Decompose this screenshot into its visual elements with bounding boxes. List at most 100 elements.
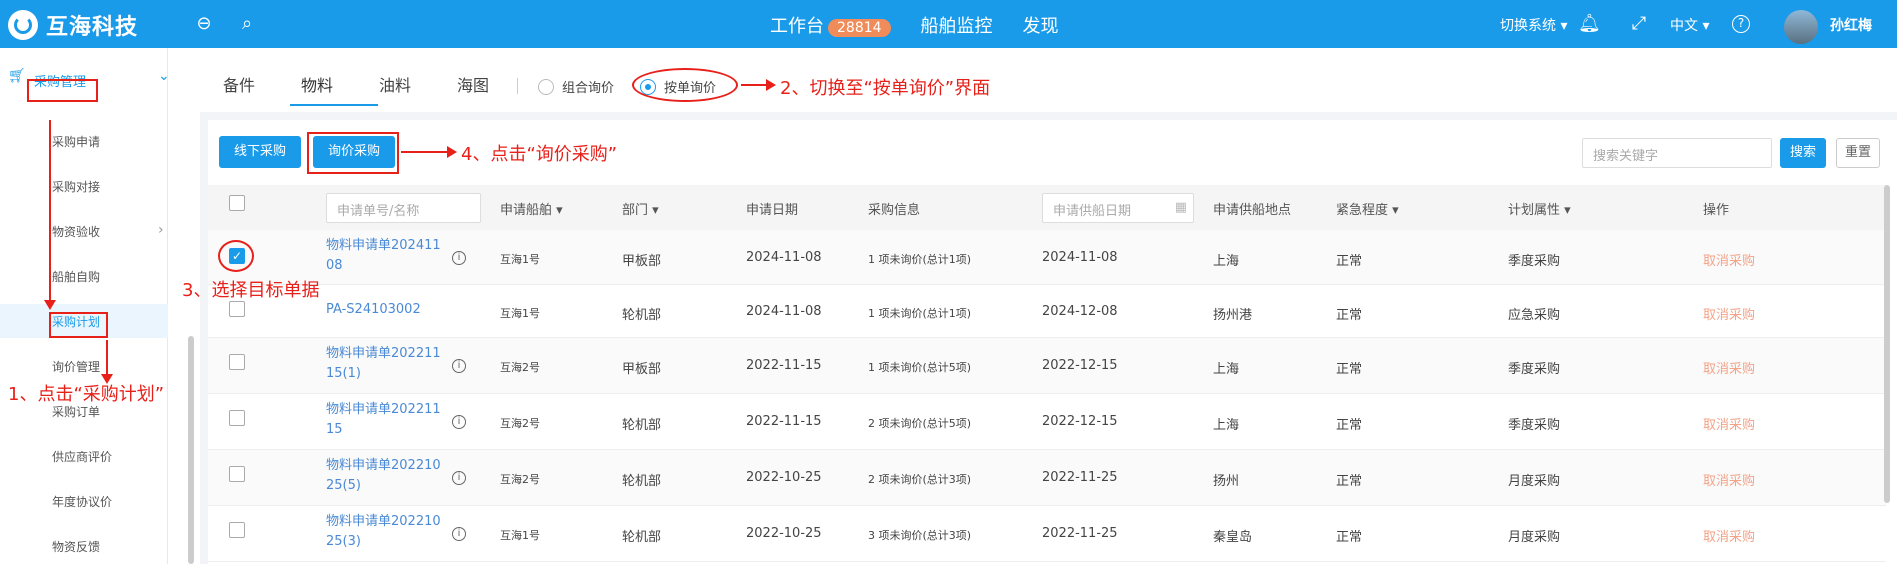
search-button[interactable]: 搜索 (1780, 138, 1826, 168)
request-no-link[interactable]: 物料申请单202211 15(1) (326, 344, 441, 384)
header-ship[interactable]: 申请船舶 ▾ (500, 199, 563, 218)
table-row[interactable]: 物料申请单202210 25(3) i 互海1号 轮机部 2022-10-25 3 项未询价… (208, 506, 1886, 562)
row-checkbox[interactable] (229, 354, 245, 370)
tab-materials[interactable]: 物料 (278, 72, 356, 96)
cancel-purchase-link[interactable]: 取消采购 (1703, 470, 1755, 489)
supply-date-cell: 2024-12-08 (1042, 304, 1118, 319)
header-date: 申请日期 (746, 203, 799, 218)
annotation-arrow (766, 79, 776, 91)
table-scrollbar[interactable] (1884, 185, 1890, 503)
header-dept[interactable]: 部门 ▾ (622, 199, 659, 218)
offline-purchase-button[interactable]: 线下采购 (219, 136, 301, 168)
request-no-link[interactable]: 物料申请单202411 08 (326, 236, 441, 276)
ship-cell: 互海2号 (500, 473, 540, 486)
info-icon[interactable]: i (452, 415, 466, 429)
tab-oil[interactable]: 油料 (356, 72, 434, 96)
nav-discover[interactable]: 发现 (1023, 12, 1059, 38)
table-row[interactable]: ✓ 物料申请单202411 08 i 互海1号 甲板部 2024-11-08 1 项未询价(总… (208, 230, 1886, 285)
nav-workbench[interactable]: 工作台 28814 (770, 12, 891, 38)
date-cell: 2022-10-25 (746, 470, 822, 485)
chevron-down-icon: ⌄ (158, 68, 170, 84)
divider (517, 78, 518, 94)
ship-cell: 互海1号 (500, 253, 540, 266)
request-no-link[interactable]: 物料申请单202210 25(5) (326, 456, 441, 496)
avatar[interactable] (1784, 10, 1818, 44)
header-action: 操作 (1703, 203, 1730, 218)
row-checkbox[interactable] (229, 522, 245, 538)
radio-combined-inquiry[interactable]: 组合询价 (538, 77, 614, 96)
annotation-step4: 4、点击“询价采购” (461, 144, 618, 165)
active-tab-indicator (290, 104, 378, 106)
location-cell: 上海 (1213, 362, 1240, 377)
filter-request-no-input[interactable]: 申请单号/名称 (326, 193, 481, 223)
chevron-right-icon: › (158, 222, 164, 238)
tab-spare-parts[interactable]: 备件 (200, 72, 278, 96)
cancel-purchase-link[interactable]: 取消采购 (1703, 304, 1755, 323)
info-icon[interactable]: i (452, 359, 466, 373)
urgency-cell: 正常 (1336, 418, 1363, 433)
info-icon[interactable]: i (452, 527, 466, 541)
reset-button[interactable]: 重置 (1836, 138, 1880, 168)
location-cell: 扬州 (1213, 474, 1240, 489)
cancel-purchase-link[interactable]: 取消采购 (1703, 414, 1755, 433)
purchase-info-cell: 1 项未询价(总计5项) (868, 361, 972, 374)
info-icon[interactable]: i (452, 471, 466, 485)
request-no-link[interactable]: 物料申请单202211 15 (326, 400, 441, 440)
sidebar-item-goods-inspection[interactable]: 物资验收 › (0, 214, 168, 248)
table-row[interactable]: 物料申请单202210 25(5) i 互海2号 轮机部 2022-10-25 2 项未询价… (208, 450, 1886, 506)
request-no-link[interactable]: 物料申请单202210 25(3) (326, 512, 441, 552)
cancel-purchase-link[interactable]: 取消采购 (1703, 250, 1755, 269)
logo-icon (8, 10, 38, 40)
nav-ship-monitor[interactable]: 船舶监控 (921, 12, 993, 38)
search-input[interactable]: 搜索关键字 (1582, 138, 1772, 168)
header-plan-attr[interactable]: 计划属性 ▾ (1508, 199, 1571, 218)
annotation-oval-radio (632, 68, 738, 102)
sidebar-item-purchase-docking[interactable]: 采购对接 (0, 169, 168, 203)
supply-date-cell: 2024-11-08 (1042, 250, 1118, 265)
row-checkbox[interactable] (229, 410, 245, 426)
sidebar-item-purchase-request[interactable]: 采购申请 (0, 124, 168, 158)
table-row[interactable]: 物料申请单202211 15(1) i 互海2号 甲板部 2022-11-15 1 项未询价… (208, 338, 1886, 394)
sidebar-item-ship-self-purchase[interactable]: 船舶自购 (0, 259, 168, 293)
header-urgency[interactable]: 紧急程度 ▾ (1336, 199, 1399, 218)
sidebar-item-supplier-evaluation[interactable]: 供应商评价 (0, 439, 168, 473)
row-checkbox[interactable] (229, 466, 245, 482)
sidebar-scrollbar[interactable] (188, 336, 194, 564)
annotation-oval-checkbox (218, 240, 254, 272)
tab-charts[interactable]: 海图 (434, 72, 512, 96)
cancel-purchase-link[interactable]: 取消采购 (1703, 526, 1755, 545)
sidebar-item-inquiry-management[interactable]: 询价管理 (0, 349, 168, 383)
date-cell: 2024-11-08 (746, 304, 822, 319)
ship-cell: 互海2号 (500, 361, 540, 374)
table-row[interactable]: PA-S24103002 互海1号 轮机部 2024-11-08 1 项未询价(总计1项… (208, 285, 1886, 338)
annotation-box-purchase-mgmt (27, 79, 98, 102)
sidebar-item-annual-price[interactable]: 年度协议价 (0, 484, 168, 518)
ship-cell: 互海1号 (500, 529, 540, 542)
back-icon[interactable]: ⊖ (193, 13, 215, 35)
bell-icon[interactable]: 🔔︎ (1578, 13, 1601, 35)
date-cell: 2024-11-08 (746, 250, 822, 265)
purchase-info-cell: 2 项未询价(总计5项) (868, 417, 972, 430)
brand-logo[interactable]: 互海科技 (8, 9, 138, 41)
ship-cell: 互海1号 (500, 307, 540, 320)
switch-system-dropdown[interactable]: 切换系统 ▾ (1500, 15, 1567, 35)
select-all-checkbox[interactable] (229, 195, 245, 211)
user-name[interactable]: 孙红梅 (1830, 15, 1872, 35)
annotation-line (106, 340, 108, 376)
cancel-purchase-link[interactable]: 取消采购 (1703, 358, 1755, 377)
info-icon[interactable]: i (452, 251, 466, 265)
row-checkbox[interactable] (229, 301, 245, 317)
plan-attr-cell: 应急采购 (1508, 308, 1561, 323)
help-icon[interactable]: ? (1732, 15, 1750, 33)
request-no-link[interactable]: PA-S24103002 (326, 300, 421, 320)
filter-supply-date-input[interactable]: 申请供船日期 ▦ (1042, 193, 1194, 223)
language-dropdown[interactable]: 中文 ▾ (1670, 15, 1709, 35)
search-icon[interactable]: ⌕ (236, 13, 258, 35)
fullscreen-icon[interactable]: ⤢ (1628, 13, 1650, 35)
calendar-icon: ▦ (1174, 200, 1187, 215)
sidebar-item-goods-feedback[interactable]: 物资反馈 (0, 529, 168, 563)
table-row[interactable]: 物料申请单202211 15 i 互海2号 轮机部 2022-11-15 2 项未询价(总计… (208, 394, 1886, 450)
header-location: 申请供船地点 (1213, 203, 1292, 218)
brand-name: 互海科技 (46, 15, 139, 40)
top-header: 互海科技 ⊖ ⌕ 工作台 28814 船舶监控 发现 切换系统 ▾ 🔔︎ ⤢ 中文… (0, 0, 1897, 48)
